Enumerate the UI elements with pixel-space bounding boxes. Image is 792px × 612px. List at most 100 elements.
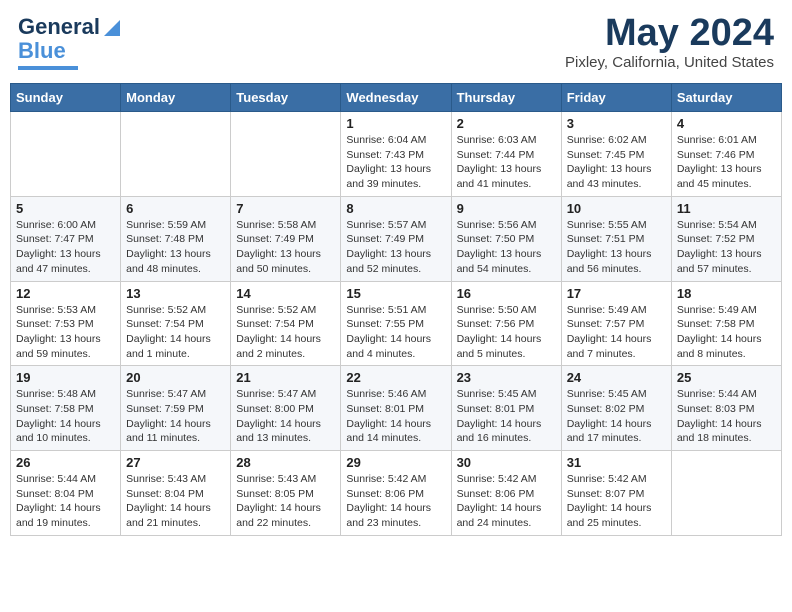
day-cell — [11, 112, 121, 197]
day-info: Sunrise: 5:44 AM Sunset: 8:04 PM Dayligh… — [16, 472, 115, 531]
day-info: Sunrise: 5:49 AM Sunset: 7:57 PM Dayligh… — [567, 303, 666, 362]
day-info: Sunrise: 5:44 AM Sunset: 8:03 PM Dayligh… — [677, 387, 776, 446]
weekday-header-tuesday: Tuesday — [231, 84, 341, 112]
day-info: Sunrise: 5:52 AM Sunset: 7:54 PM Dayligh… — [126, 303, 225, 362]
day-cell: 4 Sunrise: 6:01 AM Sunset: 7:46 PM Daylig… — [671, 112, 781, 197]
day-info: Sunrise: 5:42 AM Sunset: 8:07 PM Dayligh… — [567, 472, 666, 531]
day-info: Sunrise: 5:51 AM Sunset: 7:55 PM Dayligh… — [346, 303, 445, 362]
day-info: Sunrise: 6:01 AM Sunset: 7:46 PM Dayligh… — [677, 133, 776, 192]
day-info: Sunrise: 5:43 AM Sunset: 8:04 PM Dayligh… — [126, 472, 225, 531]
day-cell: 10 Sunrise: 5:55 AM Sunset: 7:51 PM Dayli… — [561, 196, 671, 281]
day-number: 4 — [677, 116, 776, 131]
day-cell: 19 Sunrise: 5:48 AM Sunset: 7:58 PM Dayli… — [11, 366, 121, 451]
weekday-header-saturday: Saturday — [671, 84, 781, 112]
day-info: Sunrise: 5:53 AM Sunset: 7:53 PM Dayligh… — [16, 303, 115, 362]
day-info: Sunrise: 6:00 AM Sunset: 7:47 PM Dayligh… — [16, 218, 115, 277]
day-cell: 2Sunrise: 6:03 AM Sunset: 7:44 PM Daylig… — [451, 112, 561, 197]
day-number: 10 — [567, 201, 666, 216]
day-info: Sunrise: 5:49 AM Sunset: 7:58 PM Dayligh… — [677, 303, 776, 362]
logo-blue: Blue — [18, 38, 66, 64]
day-info: Sunrise: 5:45 AM Sunset: 8:02 PM Dayligh… — [567, 387, 666, 446]
day-number: 7 — [236, 201, 335, 216]
day-info: Sunrise: 5:59 AM Sunset: 7:48 PM Dayligh… — [126, 218, 225, 277]
day-cell: 23 Sunrise: 5:45 AM Sunset: 8:01 PM Dayli… — [451, 366, 561, 451]
day-number: 22 — [346, 370, 445, 385]
day-cell: 11 Sunrise: 5:54 AM Sunset: 7:52 PM Dayli… — [671, 196, 781, 281]
day-number: 6 — [126, 201, 225, 216]
day-cell: 29Sunrise: 5:42 AM Sunset: 8:06 PM Dayli… — [341, 451, 451, 536]
day-number: 24 — [567, 370, 666, 385]
week-row-1: 1 Sunrise: 6:04 AM Sunset: 7:43 PM Daylig… — [11, 112, 782, 197]
week-row-4: 19 Sunrise: 5:48 AM Sunset: 7:58 PM Dayli… — [11, 366, 782, 451]
day-cell: 5Sunrise: 6:00 AM Sunset: 7:47 PM Daylig… — [11, 196, 121, 281]
day-number: 23 — [457, 370, 556, 385]
day-cell: 13 Sunrise: 5:52 AM Sunset: 7:54 PM Dayli… — [121, 281, 231, 366]
day-cell: 8 Sunrise: 5:57 AM Sunset: 7:49 PM Daylig… — [341, 196, 451, 281]
day-number: 12 — [16, 286, 115, 301]
day-info: Sunrise: 5:47 AM Sunset: 7:59 PM Dayligh… — [126, 387, 225, 446]
day-number: 15 — [346, 286, 445, 301]
day-number: 13 — [126, 286, 225, 301]
day-cell — [121, 112, 231, 197]
week-row-5: 26 Sunrise: 5:44 AM Sunset: 8:04 PM Dayli… — [11, 451, 782, 536]
day-info: Sunrise: 5:54 AM Sunset: 7:52 PM Dayligh… — [677, 218, 776, 277]
day-info: Sunrise: 6:04 AM Sunset: 7:43 PM Dayligh… — [346, 133, 445, 192]
day-number: 19 — [16, 370, 115, 385]
day-cell: 31Sunrise: 5:42 AM Sunset: 8:07 PM Dayli… — [561, 451, 671, 536]
day-cell: 22 Sunrise: 5:46 AM Sunset: 8:01 PM Dayli… — [341, 366, 451, 451]
logo-underline — [18, 66, 78, 70]
day-number: 21 — [236, 370, 335, 385]
day-number: 3 — [567, 116, 666, 131]
day-number: 8 — [346, 201, 445, 216]
day-info: Sunrise: 5:47 AM Sunset: 8:00 PM Dayligh… — [236, 387, 335, 446]
weekday-header-row: SundayMondayTuesdayWednesdayThursdayFrid… — [11, 84, 782, 112]
day-number: 17 — [567, 286, 666, 301]
logo: General Blue — [18, 14, 122, 70]
header: General Blue May 2024 Pixley, California… — [10, 10, 782, 75]
day-info: Sunrise: 5:50 AM Sunset: 7:56 PM Dayligh… — [457, 303, 556, 362]
day-info: Sunrise: 5:48 AM Sunset: 7:58 PM Dayligh… — [16, 387, 115, 446]
day-cell: 30 Sunrise: 5:42 AM Sunset: 8:06 PM Dayli… — [451, 451, 561, 536]
weekday-header-friday: Friday — [561, 84, 671, 112]
day-info: Sunrise: 5:42 AM Sunset: 8:06 PM Dayligh… — [457, 472, 556, 531]
logo-general: General — [18, 14, 100, 40]
day-number: 1 — [346, 116, 445, 131]
day-cell: 28Sunrise: 5:43 AM Sunset: 8:05 PM Dayli… — [231, 451, 341, 536]
day-cell — [231, 112, 341, 197]
day-info: Sunrise: 5:42 AM Sunset: 8:06 PM Dayligh… — [346, 472, 445, 531]
day-cell: 3Sunrise: 6:02 AM Sunset: 7:45 PM Daylig… — [561, 112, 671, 197]
title-block: May 2024 Pixley, California, United Stat… — [565, 14, 774, 71]
day-cell: 14 Sunrise: 5:52 AM Sunset: 7:54 PM Dayli… — [231, 281, 341, 366]
logo-triangle-icon — [102, 16, 122, 38]
weekday-header-monday: Monday — [121, 84, 231, 112]
location-text: Pixley, California, United States — [565, 54, 774, 71]
day-cell: 25 Sunrise: 5:44 AM Sunset: 8:03 PM Dayli… — [671, 366, 781, 451]
weekday-header-sunday: Sunday — [11, 84, 121, 112]
day-number: 25 — [677, 370, 776, 385]
day-cell: 7 Sunrise: 5:58 AM Sunset: 7:49 PM Daylig… — [231, 196, 341, 281]
day-number: 14 — [236, 286, 335, 301]
day-cell: 16Sunrise: 5:50 AM Sunset: 7:56 PM Dayli… — [451, 281, 561, 366]
day-info: Sunrise: 5:46 AM Sunset: 8:01 PM Dayligh… — [346, 387, 445, 446]
day-number: 26 — [16, 455, 115, 470]
day-info: Sunrise: 5:52 AM Sunset: 7:54 PM Dayligh… — [236, 303, 335, 362]
day-cell: 12 Sunrise: 5:53 AM Sunset: 7:53 PM Dayli… — [11, 281, 121, 366]
day-cell: 27 Sunrise: 5:43 AM Sunset: 8:04 PM Dayli… — [121, 451, 231, 536]
day-info: Sunrise: 5:58 AM Sunset: 7:49 PM Dayligh… — [236, 218, 335, 277]
day-number: 20 — [126, 370, 225, 385]
day-number: 9 — [457, 201, 556, 216]
week-row-3: 12 Sunrise: 5:53 AM Sunset: 7:53 PM Dayli… — [11, 281, 782, 366]
day-number: 27 — [126, 455, 225, 470]
day-cell: 6 Sunrise: 5:59 AM Sunset: 7:48 PM Daylig… — [121, 196, 231, 281]
day-info: Sunrise: 5:45 AM Sunset: 8:01 PM Dayligh… — [457, 387, 556, 446]
weekday-header-wednesday: Wednesday — [341, 84, 451, 112]
day-number: 30 — [457, 455, 556, 470]
day-number: 11 — [677, 201, 776, 216]
day-cell: 18Sunrise: 5:49 AM Sunset: 7:58 PM Dayli… — [671, 281, 781, 366]
day-info: Sunrise: 5:43 AM Sunset: 8:05 PM Dayligh… — [236, 472, 335, 531]
day-info: Sunrise: 5:55 AM Sunset: 7:51 PM Dayligh… — [567, 218, 666, 277]
day-cell: 26 Sunrise: 5:44 AM Sunset: 8:04 PM Dayli… — [11, 451, 121, 536]
day-info: Sunrise: 5:57 AM Sunset: 7:49 PM Dayligh… — [346, 218, 445, 277]
day-cell: 15 Sunrise: 5:51 AM Sunset: 7:55 PM Dayli… — [341, 281, 451, 366]
calendar: SundayMondayTuesdayWednesdayThursdayFrid… — [10, 83, 782, 536]
